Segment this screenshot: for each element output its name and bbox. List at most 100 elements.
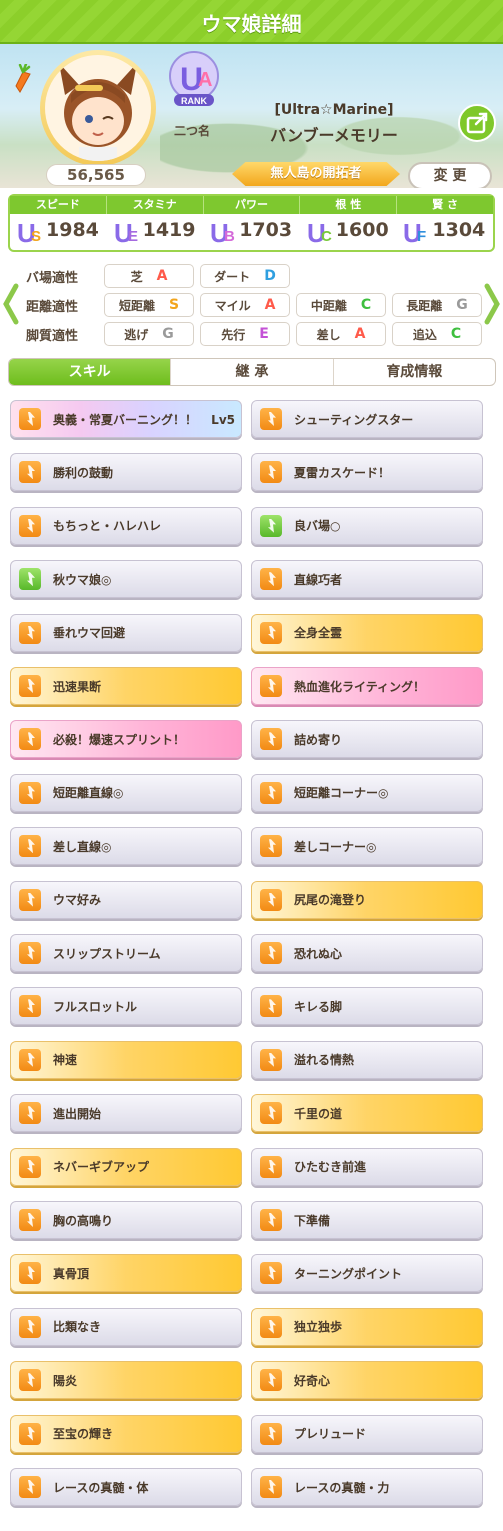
skill-orange-icon — [19, 835, 41, 858]
skill-item[interactable]: ウマ好み — [10, 880, 242, 919]
skill-item[interactable]: 奥義・常夏バーニング！！ Lv5 — [10, 400, 242, 438]
skill-item[interactable]: 差しコーナー◎ — [251, 827, 483, 866]
skill-label: 神速 — [53, 1053, 78, 1068]
skill-orange-icon — [260, 621, 282, 644]
skill-orange-icon — [260, 1369, 282, 1392]
skill-item[interactable]: 必殺！爆速スプリント！ — [10, 720, 242, 759]
skill-orange-icon — [260, 1048, 282, 1071]
skill-label: レースの真髄・力 — [294, 1480, 390, 1495]
skill-item[interactable]: 溢れる情熱 — [251, 1040, 483, 1079]
aptitude-grade: E — [259, 326, 269, 342]
skill-item[interactable]: ターニングポイント — [251, 1254, 483, 1293]
character-portrait-frame[interactable] — [40, 50, 156, 166]
aptitude-cell: ダート D — [200, 264, 290, 288]
aptitude-name: 長距離 — [406, 298, 443, 313]
skill-item[interactable]: 直線巧者 — [251, 560, 483, 599]
svg-text:C: C — [321, 228, 332, 245]
skill-item[interactable]: 好奇心 — [251, 1361, 483, 1400]
skill-item[interactable]: 至宝の輝き — [10, 1414, 242, 1453]
skill-orange-icon — [19, 942, 41, 964]
tab-inheritance[interactable]: 継 承 — [171, 359, 334, 385]
rank-badge-icon[interactable]: U A RANK — [166, 50, 222, 110]
skill-item[interactable]: 短距離コーナー◎ — [251, 773, 483, 812]
skill-item[interactable]: 下準備 — [251, 1201, 483, 1239]
skill-item[interactable]: 迅速果断 — [10, 667, 242, 705]
aptitude-grade: G — [456, 297, 468, 313]
aptitude-name: 逃げ — [124, 327, 149, 342]
skill-item[interactable]: レースの真髄・体 — [10, 1468, 242, 1506]
page-title: ウマ娘詳細 — [201, 12, 302, 36]
skill-label: 千里の道 — [294, 1106, 343, 1121]
skill-item[interactable]: 進出開始 — [10, 1094, 242, 1133]
skill-item[interactable]: プレリュード — [251, 1414, 483, 1453]
aptitude-grid: バ場適性芝 A ダート D 距離適性 短距離 S マイル A 中距離 C 長距離 G 脚質適性 逃げ G 先行 E… — [0, 262, 503, 350]
skill-label: 比類なき — [53, 1320, 102, 1335]
aptitude-name: 短距離 — [118, 298, 155, 313]
stat-value: 1703 — [239, 219, 293, 241]
skill-item[interactable]: 尻尾の滝登り — [251, 880, 483, 919]
skill-item[interactable]: 垂れウマ回避 — [10, 613, 242, 652]
skill-orange-icon — [260, 1422, 282, 1445]
aptitude-name: マイル — [214, 298, 251, 313]
svg-text:S: S — [31, 228, 41, 245]
skill-item[interactable]: 詰め寄り — [251, 720, 483, 759]
evaluation-score: 56,565 — [46, 164, 146, 186]
skill-orange-icon — [260, 1155, 282, 1178]
skill-label: スリップストリーム — [53, 946, 161, 961]
skill-item[interactable]: 千里の道 — [251, 1094, 483, 1133]
skill-item[interactable]: 神速 — [10, 1040, 242, 1079]
skill-item[interactable]: 全身全霊 — [251, 613, 483, 652]
tab-skills[interactable]: スキル — [9, 359, 172, 385]
stat-value: 1419 — [142, 219, 196, 241]
skill-orange-icon — [19, 728, 41, 751]
skill-label: 差し直線◎ — [53, 839, 112, 854]
aptitude-grade: C — [360, 297, 372, 313]
skill-orange-icon — [260, 728, 282, 751]
stat-speed: U S 1984 — [10, 214, 107, 250]
skill-item[interactable]: もちっと・ハレハレ — [10, 506, 242, 545]
share-button[interactable] — [458, 104, 496, 142]
skill-orange-icon — [260, 1209, 282, 1231]
skill-item[interactable]: 秋ウマ娘◎ — [10, 560, 242, 599]
skill-item[interactable]: 夏雷カスケード！ — [251, 453, 483, 492]
skill-item[interactable]: 勝利の鼓動 — [10, 453, 242, 492]
skill-item[interactable]: 短距離直線◎ — [10, 773, 242, 812]
skill-orange-icon — [19, 995, 41, 1018]
skill-item[interactable]: 比類なき — [10, 1307, 242, 1346]
skill-item[interactable]: 差し直線◎ — [10, 827, 242, 866]
skill-item[interactable]: 独立独歩 — [251, 1307, 483, 1346]
svg-text:F: F — [417, 228, 426, 245]
skill-item[interactable]: フルスロットル — [10, 987, 242, 1026]
skill-item[interactable]: 陽炎 — [10, 1361, 242, 1400]
skill-orange-icon — [19, 1422, 41, 1445]
skill-item[interactable]: 胸の高鳴り — [10, 1201, 242, 1239]
tab-training-info[interactable]: 育成情報 — [334, 359, 495, 385]
skill-label: キレる脚 — [294, 999, 343, 1014]
rank-subtitle: 二つ名 — [173, 124, 210, 138]
skill-item[interactable]: ひたむき前進 — [251, 1147, 483, 1186]
aptitude-label: バ場適性 — [26, 270, 79, 286]
aptitude-cell: マイル A — [200, 293, 290, 317]
skill-item[interactable]: 熱血進化ライティング！ — [251, 667, 483, 705]
skill-item[interactable]: 良バ場○ — [251, 506, 483, 545]
skill-orange-icon — [260, 1315, 282, 1338]
change-title-button[interactable]: 変 更 — [408, 162, 492, 188]
skill-item[interactable]: 恐れぬ心 — [251, 934, 483, 972]
skill-label: フルスロットル — [53, 999, 138, 1014]
skill-label: ターニングポイント — [294, 1266, 403, 1281]
skill-item[interactable]: キレる脚 — [251, 987, 483, 1026]
skill-item[interactable]: ネバーギブアップ — [10, 1147, 242, 1186]
aptitude-grade: D — [264, 268, 276, 284]
skill-label: 熱血進化ライティング！ — [294, 679, 426, 694]
skill-item[interactable]: シューティングスター — [251, 400, 483, 438]
aptitude-cell: 短距離 S — [104, 293, 194, 317]
skill-item[interactable]: スリップストリーム — [10, 934, 242, 972]
grade-ue-icon: UE — [114, 218, 138, 247]
svg-text:A: A — [198, 69, 212, 91]
skill-item[interactable]: レースの真髄・力 — [251, 1468, 483, 1506]
aptitude-name: 差し — [316, 327, 341, 342]
stat-header-speed: スピード — [10, 196, 107, 214]
skill-item[interactable]: 真骨頂 — [10, 1254, 242, 1293]
svg-text:RANK: RANK — [181, 96, 207, 106]
aptitude-cell: 先行 E — [200, 322, 290, 346]
